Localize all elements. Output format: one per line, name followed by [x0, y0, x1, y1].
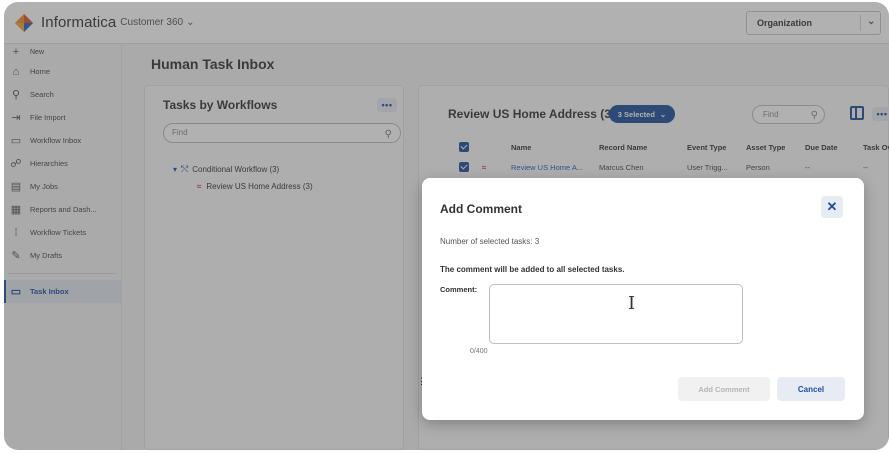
- add-comment-dialog: Add Comment ✕ Number of selected tasks: …: [422, 178, 864, 420]
- comment-label: Comment:: [440, 285, 478, 294]
- comment-note: The comment will be added to all selecte…: [440, 265, 625, 274]
- close-button[interactable]: ✕: [821, 196, 843, 218]
- dialog-title: Add Comment: [440, 202, 522, 216]
- cancel-button[interactable]: Cancel: [777, 377, 845, 401]
- add-comment-button[interactable]: Add Comment: [678, 377, 770, 401]
- comment-textarea[interactable]: [489, 284, 743, 344]
- selected-task-count: Number of selected tasks: 3: [440, 237, 540, 246]
- text-cursor-icon: I: [628, 293, 636, 314]
- character-counter: 0/400: [470, 348, 488, 355]
- close-icon: ✕: [826, 199, 838, 214]
